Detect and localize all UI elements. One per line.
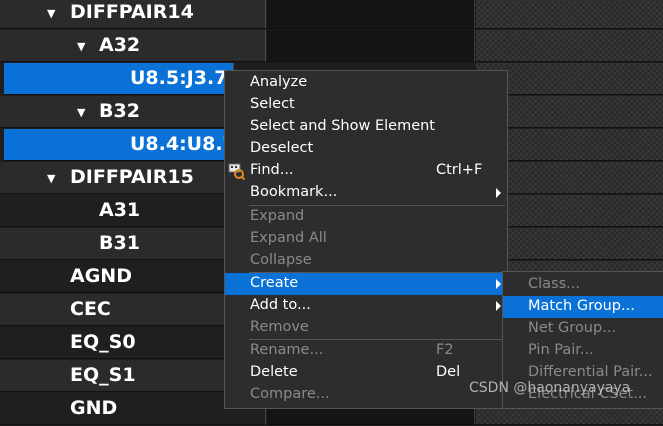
submenu-item-label: Class... [528, 276, 580, 292]
menu-item-label: Delete [250, 364, 298, 380]
menu-item-label: Rename... [250, 342, 324, 358]
menu-item-label: Remove [250, 319, 309, 335]
expander-icon[interactable]: ▼ [47, 7, 55, 20]
tree-row-label: U8.4:U8.7 [130, 133, 236, 155]
menu-item-shortcut: Ctrl+F [436, 162, 483, 178]
submenu-item-label: Pin Pair... [528, 342, 594, 358]
tree-cell [476, 30, 663, 62]
menu-item-delete[interactable]: Delete Del [225, 362, 507, 384]
tree-row-label: DIFFPAIR15 [70, 166, 194, 188]
submenu-item-label: Match Group... [528, 298, 635, 314]
submenu-arrow-icon [496, 279, 501, 289]
expander-icon[interactable]: ▼ [47, 172, 55, 185]
menu-item-label: Analyze [250, 74, 308, 90]
tree-row-label: B31 [99, 232, 140, 254]
menu-item-bookmark[interactable]: Bookmark... [225, 182, 507, 204]
tree-row-label: A32 [99, 34, 141, 56]
menu-item-remove: Remove [225, 317, 507, 339]
tree-cell [267, 30, 475, 62]
menu-item-label: Expand [250, 208, 305, 224]
menu-item-label: Deselect [250, 140, 314, 156]
menu-item-label: Collapse [250, 252, 312, 268]
submenu-item-match-group[interactable]: Match Group... [503, 296, 663, 318]
tree-row-label: A31 [99, 199, 141, 221]
menu-item-label: Find... [250, 162, 294, 178]
tree-row-label: AGND [70, 265, 132, 287]
menu-item-deselect[interactable]: Deselect [225, 138, 507, 160]
menu-item-select-and-show-element[interactable]: Select and Show Element [225, 116, 507, 138]
menu-item-label: Compare... [250, 386, 330, 402]
submenu-arrow-icon [496, 188, 501, 198]
menu-item-label: Add to... [250, 297, 311, 313]
menu-item-create[interactable]: Create [225, 273, 507, 295]
context-menu: Analyze Select Select and Show Element D… [224, 70, 508, 409]
menu-item-shortcut: F2 [436, 342, 454, 358]
menu-item-analyze[interactable]: Analyze [225, 72, 507, 94]
find-icon [228, 163, 245, 180]
expander-icon[interactable]: ▼ [77, 40, 85, 53]
menu-item-expand-all: Expand All [225, 228, 507, 250]
tree-row-label: B32 [99, 100, 140, 122]
tree-row-label: GND [70, 397, 118, 419]
tree-row-a32[interactable]: ▼ A32 [0, 30, 663, 63]
menu-item-compare: Compare... [225, 384, 507, 406]
tree-cell [267, 0, 475, 29]
tree-row-label: CEC [70, 298, 111, 320]
menu-item-shortcut: Del [436, 364, 461, 380]
menu-item-rename: Rename... F2 [225, 340, 507, 362]
menu-item-find[interactable]: Find... Ctrl+F [225, 160, 507, 182]
tree-row-label: EQ_S1 [70, 364, 136, 386]
watermark: CSDN @haonanyayaya [469, 380, 631, 396]
menu-item-label: Bookmark... [250, 184, 338, 200]
menu-item-select[interactable]: Select [225, 94, 507, 116]
tree-cell [476, 0, 663, 29]
expander-icon[interactable]: ▼ [77, 106, 85, 119]
submenu-item-net-group: Net Group... [503, 318, 663, 340]
submenu-item-label: Differential Pair... [528, 364, 653, 380]
menu-item-collapse: Collapse [225, 250, 507, 272]
tree-row-diffpair14[interactable]: ▼ DIFFPAIR14 [0, 0, 663, 30]
menu-item-label: Create [250, 275, 299, 291]
menu-item-label: Select [250, 96, 295, 112]
menu-item-expand: Expand [225, 206, 507, 228]
menu-item-add-to[interactable]: Add to... [225, 295, 507, 317]
submenu-item-label: Net Group... [528, 320, 617, 336]
tree-row-label: U8.5:J3.7 [130, 67, 228, 89]
submenu-item-class: Class... [503, 274, 663, 296]
menu-item-label: Expand All [250, 230, 327, 246]
submenu-item-pin-pair: Pin Pair... [503, 340, 663, 362]
menu-item-label: Select and Show Element [250, 118, 435, 134]
tree-row-label: DIFFPAIR14 [70, 1, 194, 23]
submenu-arrow-icon [496, 301, 501, 311]
tree-row-label: EQ_S0 [70, 331, 136, 353]
